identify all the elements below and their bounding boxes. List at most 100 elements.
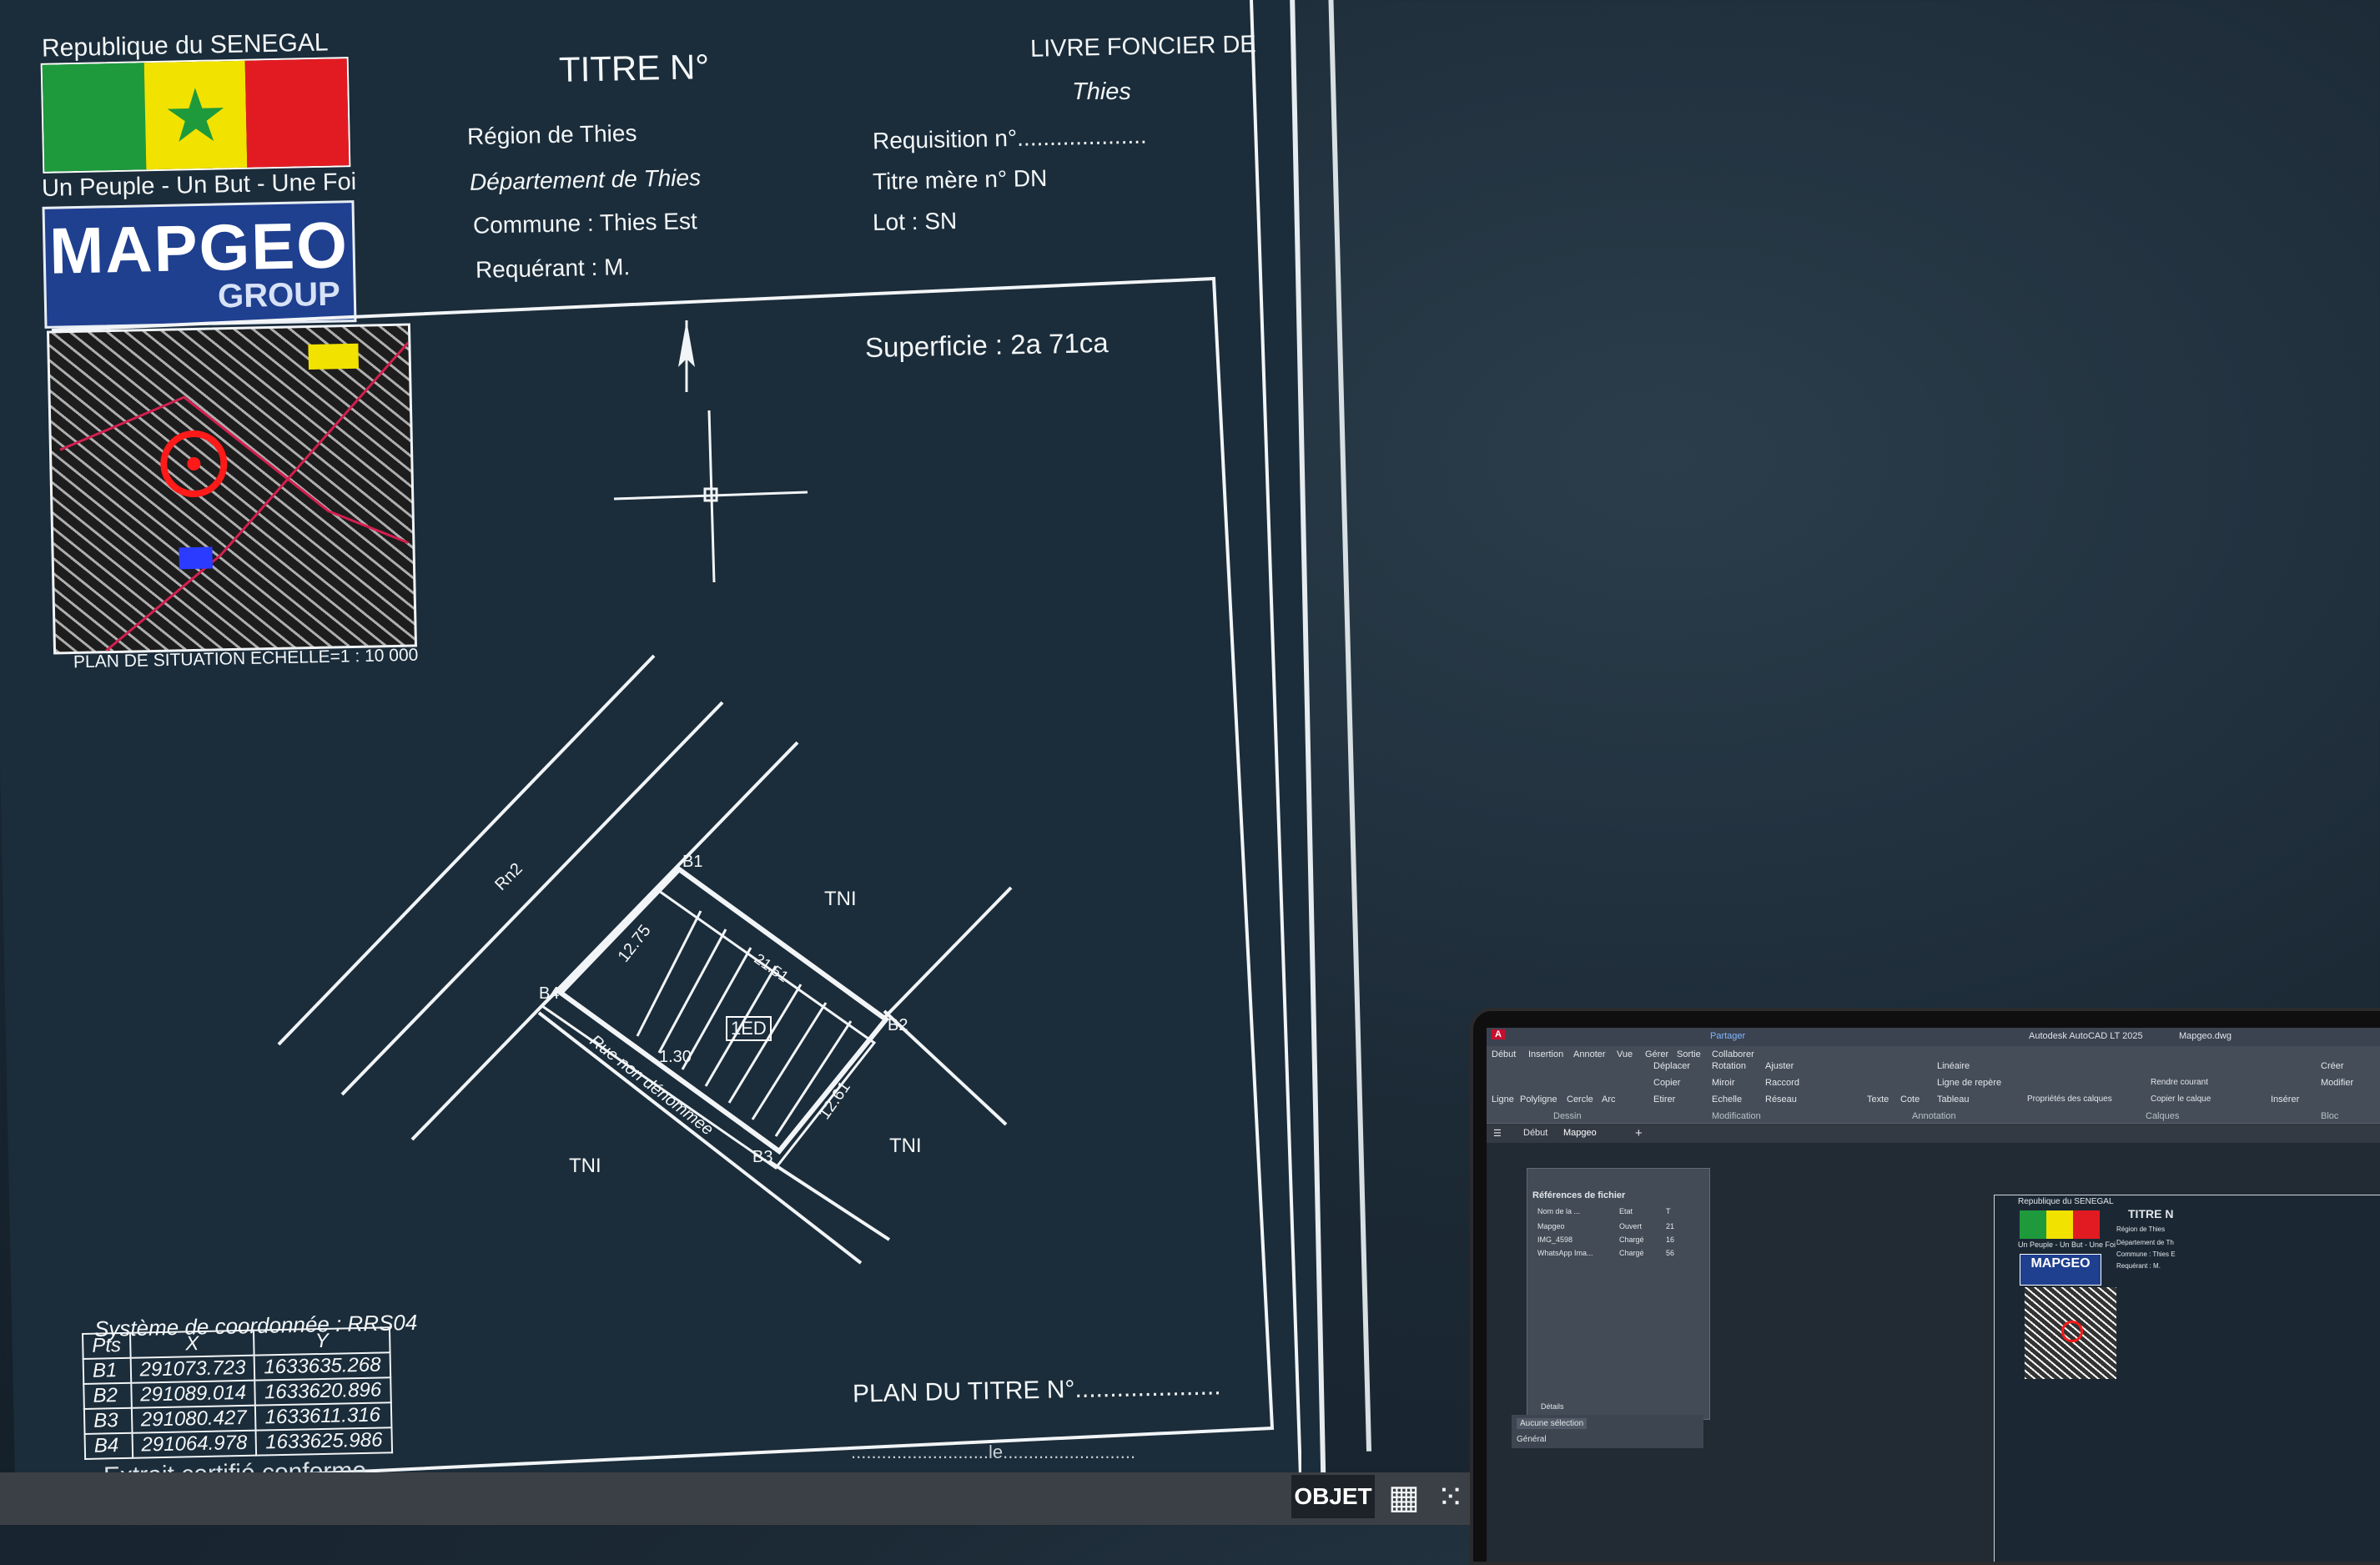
tool-texte[interactable]: Texte — [1867, 1094, 1889, 1105]
mini-drawing-sheet: Republique du SENEGAL Un Peuple - Un But… — [1994, 1195, 2380, 1562]
document-tabs: ☰ Début Mapgeo + — [1487, 1125, 2380, 1143]
xref-col-t[interactable]: T — [1666, 1207, 1671, 1215]
table-cell: B2 — [83, 1382, 132, 1409]
point-label-b1: B1 — [682, 853, 703, 871]
tool-rendre-courant[interactable]: Rendre courant — [2151, 1078, 2208, 1087]
mini-logo: MAPGEO — [2020, 1254, 2101, 1286]
coordinates-table: Pts X Y B1 291073.723 1633635.268 B2 291… — [82, 1326, 393, 1460]
table-row: B4 291064.978 1633625.986 — [84, 1427, 392, 1459]
tool-ligne-repere[interactable]: Ligne de repère — [1937, 1078, 2001, 1088]
tool-arc[interactable]: Arc — [1602, 1094, 1616, 1105]
tool-modifier[interactable]: Modifier — [2321, 1078, 2353, 1088]
properties-panel: Aucune sélection Général — [1512, 1415, 1703, 1448]
tool-proprietes-calques[interactable]: Propriétés des calques — [2027, 1094, 2112, 1104]
xref-row-etat: Ouvert — [1619, 1222, 1643, 1230]
table-cell: B1 — [83, 1357, 131, 1384]
tab-vue[interactable]: Vue — [1617, 1049, 1633, 1059]
autocad-title-bar: A Partager Autodesk AutoCAD LT 2025 Mapg… — [1487, 1028, 2380, 1046]
tool-deplacer[interactable]: Déplacer — [1653, 1061, 1690, 1071]
tool-copier[interactable]: Copier — [1653, 1078, 1680, 1088]
drawing-canvas[interactable]: Références de fichier Nom de la ... Etat… — [1487, 1143, 2380, 1562]
xref-row-name[interactable]: IMG_4598 — [1537, 1235, 1572, 1244]
north-arrow-icon — [678, 320, 695, 392]
menu-icon[interactable]: ☰ — [1493, 1128, 1502, 1139]
properties-general[interactable]: Général — [1517, 1435, 1547, 1444]
xref-row-etat: Chargé — [1619, 1235, 1644, 1244]
objet-snap-button[interactable]: OBJET — [1291, 1475, 1375, 1518]
tool-cote[interactable]: Cote — [1900, 1094, 1920, 1105]
mini-location-map — [2025, 1287, 2116, 1379]
mini-departement: Département de Th — [2116, 1239, 2174, 1246]
mini-location-marker-icon — [2061, 1321, 2083, 1342]
date-line: ...........................le...........… — [851, 1442, 1136, 1462]
xref-row-name[interactable]: WhatsApp Ima... — [1537, 1249, 1593, 1257]
tab-insertion[interactable]: Insertion — [1528, 1049, 1563, 1059]
table-cell: 1633620.896 — [254, 1377, 391, 1406]
tool-cercle[interactable]: Cercle — [1567, 1094, 1593, 1105]
panel-annotation[interactable]: Annotation — [1912, 1111, 1956, 1121]
tool-lineaire[interactable]: Linéaire — [1937, 1061, 1970, 1071]
tool-etirer[interactable]: Etirer — [1653, 1094, 1675, 1105]
share-button[interactable]: Partager — [1710, 1031, 1745, 1041]
tool-copier-calque[interactable]: Copier le calque — [2151, 1094, 2211, 1104]
tool-rotation[interactable]: Rotation — [1712, 1061, 1746, 1071]
tab-collaborer[interactable]: Collaborer — [1712, 1049, 1754, 1059]
panel-modification[interactable]: Modification — [1712, 1111, 1761, 1121]
crosshair-icon — [613, 410, 808, 583]
table-cell: 291073.723 — [130, 1355, 255, 1383]
table-header-cell: Y — [254, 1327, 390, 1356]
tool-tableau[interactable]: Tableau — [1937, 1094, 1970, 1105]
doc-tab-debut[interactable]: Début — [1523, 1128, 1547, 1138]
tab-annoter[interactable]: Annoter — [1573, 1049, 1606, 1059]
table-header-cell: X — [129, 1330, 255, 1358]
dimension-label-3: 1.30 — [659, 1048, 692, 1066]
snap-icon[interactable]: ⁙ — [1437, 1478, 1465, 1517]
status-bar — [0, 1472, 1477, 1525]
tab-sortie[interactable]: Sortie — [1677, 1049, 1701, 1059]
autocad-logo-icon[interactable]: A — [1492, 1029, 1505, 1039]
tool-inserer[interactable]: Insérer — [2271, 1094, 2299, 1105]
tool-ligne[interactable]: Ligne — [1492, 1094, 1514, 1105]
xref-row-t: 56 — [1666, 1249, 1675, 1257]
tool-miroir[interactable]: Miroir — [1712, 1078, 1735, 1088]
panel-bloc[interactable]: Bloc — [2321, 1111, 2338, 1121]
point-label-b3: B3 — [752, 1148, 773, 1166]
xref-row-name[interactable]: Mapgeo — [1537, 1222, 1565, 1230]
point-label-b4: B4 — [539, 984, 560, 1003]
grid-icon[interactable]: ▦ — [1388, 1478, 1420, 1517]
tni-label-top: TNI — [824, 888, 857, 910]
tool-echelle[interactable]: Echelle — [1712, 1094, 1742, 1105]
xref-col-etat[interactable]: Etat — [1619, 1207, 1633, 1215]
tool-raccord[interactable]: Raccord — [1765, 1078, 1799, 1088]
panel-calques[interactable]: Calques — [2146, 1111, 2179, 1121]
mini-region: Région de Thies — [2116, 1225, 2166, 1233]
tool-creer[interactable]: Créer — [2321, 1061, 2344, 1071]
mini-logo-main: MAPGEO — [2030, 1256, 2091, 1271]
table-cell: 291089.014 — [130, 1380, 256, 1408]
tool-polyligne[interactable]: Polyligne — [1520, 1094, 1557, 1105]
app-title: Autodesk AutoCAD LT 2025 — [2029, 1031, 2143, 1041]
tool-reseau[interactable]: Réseau — [1765, 1094, 1797, 1105]
tool-ajuster[interactable]: Ajuster — [1765, 1061, 1794, 1071]
file-name: Mapgeo.dwg — [2179, 1031, 2232, 1041]
table-cell: 1633635.268 — [254, 1352, 390, 1381]
mini-flag — [2020, 1210, 2100, 1239]
table-cell: 291080.427 — [131, 1405, 256, 1433]
tab-debut[interactable]: Début — [1492, 1049, 1516, 1059]
panel-dessin[interactable]: Dessin — [1553, 1111, 1582, 1121]
point-label-b2: B2 — [888, 1016, 908, 1034]
new-tab-icon[interactable]: + — [1635, 1126, 1643, 1140]
xref-details[interactable]: Détails — [1541, 1402, 1564, 1411]
mini-requerant: Requérant : M. — [2116, 1262, 2161, 1270]
xref-row-t: 16 — [1666, 1235, 1675, 1244]
table-cell: 1633611.316 — [255, 1402, 392, 1431]
tab-gerer[interactable]: Gérer — [1645, 1049, 1668, 1059]
doc-tab-mapgeo[interactable]: Mapgeo — [1563, 1128, 1597, 1138]
xref-col-name[interactable]: Nom de la ... — [1537, 1207, 1580, 1215]
table-header-cell: Pts — [83, 1332, 131, 1359]
selection-dropdown[interactable]: Aucune sélection — [1517, 1418, 1588, 1429]
laptop: A Partager Autodesk AutoCAD LT 2025 Mapg… — [1470, 1008, 2380, 1565]
xref-palette: Références de fichier Nom de la ... Etat… — [1527, 1168, 1710, 1420]
mini-country: Republique du SENEGAL — [2018, 1197, 2114, 1206]
table-cell: 291064.978 — [132, 1430, 257, 1458]
